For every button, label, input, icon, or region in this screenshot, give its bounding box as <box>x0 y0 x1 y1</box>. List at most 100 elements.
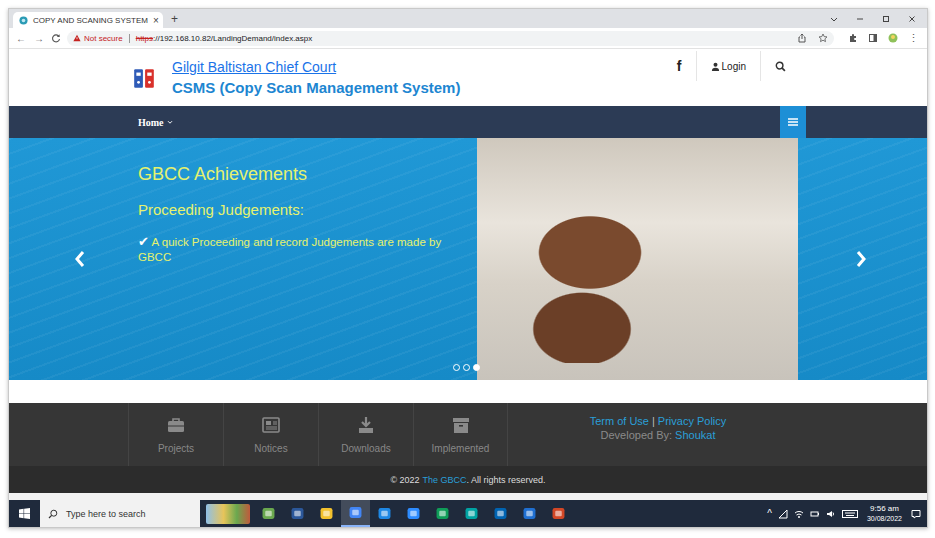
minimize-icon[interactable] <box>855 14 865 24</box>
footer: ProjectsNoticesDownloadsImplementedTerm … <box>9 403 927 466</box>
menu-button[interactable]: ⋮ <box>908 32 919 45</box>
tab-strip: COPY AND SCANING SYSTEM× + <box>9 9 927 28</box>
restore-icon[interactable] <box>881 14 891 24</box>
link-separator: | <box>652 415 655 427</box>
developer-label: Developed By: <box>601 429 673 441</box>
search-button[interactable] <box>760 51 800 81</box>
taskbar-search[interactable]: Type here to search <box>40 500 200 527</box>
footer-tile[interactable]: Implemented <box>413 403 508 466</box>
taskbar-app[interactable] <box>283 500 312 527</box>
copyright-prefix: © 2022 <box>390 475 419 485</box>
header-container: Gilgit Baltistan Chief Court CSMS (Copy S… <box>128 49 808 106</box>
system-title: CSMS (Copy Scan Management System) <box>172 79 460 97</box>
tile-label: Notices <box>254 443 287 454</box>
taskbar-app[interactable] <box>341 500 370 527</box>
network-icon[interactable] <box>778 509 788 519</box>
footer-tile[interactable]: Downloads <box>318 403 413 466</box>
tile-label: Projects <box>158 443 194 454</box>
url-field[interactable]: Not securehttps://192.168.10.82/LandingD… <box>67 31 834 46</box>
slide-dot[interactable] <box>453 364 460 371</box>
slide-caption: GBCC AchievementsProceeding Judgements:✔… <box>128 138 477 380</box>
nav-bar: Home <box>9 106 927 138</box>
system-tray: ^ 9:56 am30/08/2022 <box>767 504 927 524</box>
new-tab-button[interactable]: + <box>171 12 178 26</box>
search-icon <box>48 509 58 519</box>
extensions-icon[interactable] <box>848 33 858 43</box>
close-icon[interactable] <box>907 14 917 24</box>
windows-start-icon[interactable] <box>19 508 30 519</box>
taskbar-app[interactable] <box>544 500 573 527</box>
star-icon[interactable] <box>818 33 828 43</box>
site-titles: Gilgit Baltistan Chief Court CSMS (Copy S… <box>172 59 460 97</box>
nav-label: Home <box>138 117 164 128</box>
battery-icon[interactable] <box>810 509 820 519</box>
globe-icon <box>19 16 28 25</box>
pinned-apps <box>254 500 573 527</box>
terms-link[interactable]: Term of Use <box>590 415 649 427</box>
slide-dot[interactable] <box>463 364 470 371</box>
taskbar-app[interactable] <box>457 500 486 527</box>
app-icon <box>378 507 391 520</box>
slide-dot[interactable] <box>473 364 480 371</box>
gavel-photo <box>477 138 798 380</box>
forward-button[interactable]: → <box>33 33 45 44</box>
footer-tile[interactable]: Projects <box>128 403 223 466</box>
search-placeholder: Type here to search <box>66 509 146 519</box>
taskbar-app[interactable] <box>312 500 341 527</box>
taskbar-app[interactable] <box>486 500 515 527</box>
copyright-link[interactable]: The GBCC <box>423 475 467 485</box>
app-icon <box>407 507 420 520</box>
speaker-icon[interactable] <box>826 509 836 519</box>
privacy-link[interactable]: Privacy Policy <box>658 415 726 427</box>
tab-close[interactable]: × <box>153 15 159 26</box>
chevron-down-icon <box>166 118 174 126</box>
spacer <box>9 380 927 403</box>
hamburger-icon <box>787 117 799 127</box>
notifications-icon[interactable] <box>911 509 921 519</box>
chevron-right-icon[interactable] <box>855 249 867 269</box>
chevron-down-icon[interactable] <box>829 14 839 24</box>
footer-tile[interactable]: Notices <box>223 403 318 466</box>
menu-toggle[interactable] <box>780 106 806 138</box>
security-label[interactable]: Not secure <box>84 34 123 43</box>
tray-expand[interactable]: ^ <box>767 508 772 519</box>
footer-container: ProjectsNoticesDownloadsImplementedTerm … <box>128 403 808 466</box>
sidebar-icon[interactable] <box>868 33 878 43</box>
keyboard-icon[interactable] <box>842 509 858 519</box>
developer-credit: Developed By:Shoukat <box>601 429 716 441</box>
download-icon <box>356 415 376 435</box>
wifi-icon[interactable] <box>794 509 804 519</box>
browser-tab[interactable]: COPY AND SCANING SYSTEM× <box>13 12 163 28</box>
footer-info: Term of Use|Privacy Policy Developed By:S… <box>508 403 808 466</box>
toolbar-icons: ⋮ <box>840 32 921 45</box>
share-icon[interactable] <box>797 33 807 43</box>
widgets-thumbnail[interactable] <box>206 504 250 524</box>
facebook-link[interactable]: f <box>663 51 696 81</box>
header-actions: fLogin <box>663 51 808 81</box>
taskbar-app[interactable] <box>515 500 544 527</box>
profile-icon[interactable] <box>888 33 898 43</box>
copyright-suffix: . All rights reserved. <box>467 475 546 485</box>
nav-item[interactable]: Home <box>138 117 174 128</box>
back-button[interactable]: ← <box>15 33 27 44</box>
app-icon <box>262 507 275 520</box>
tile-label: Downloads <box>341 443 390 454</box>
time: 9:56 am <box>870 504 899 514</box>
nav-container: Home <box>128 106 808 138</box>
taskbar-app[interactable] <box>399 500 428 527</box>
brand: Gilgit Baltistan Chief Court CSMS (Copy S… <box>132 59 460 97</box>
app-icon <box>320 507 333 520</box>
slide-subheading: Proceeding Judgements: <box>138 200 467 219</box>
developer-link[interactable]: Shoukat <box>675 429 715 441</box>
site-header: Gilgit Baltistan Chief Court CSMS (Copy S… <box>9 49 927 106</box>
date: 30/08/2022 <box>867 514 902 524</box>
reload-icon[interactable] <box>51 33 61 43</box>
taskbar-app[interactable] <box>370 500 399 527</box>
chevron-left-icon[interactable] <box>74 249 86 269</box>
taskbar-app[interactable] <box>254 500 283 527</box>
court-link[interactable]: Gilgit Baltistan Chief Court <box>172 59 460 76</box>
clock[interactable]: 9:56 am30/08/2022 <box>864 504 905 524</box>
taskbar-app[interactable] <box>428 500 457 527</box>
photo-subject <box>502 193 662 363</box>
login-link[interactable]: Login <box>696 51 760 81</box>
